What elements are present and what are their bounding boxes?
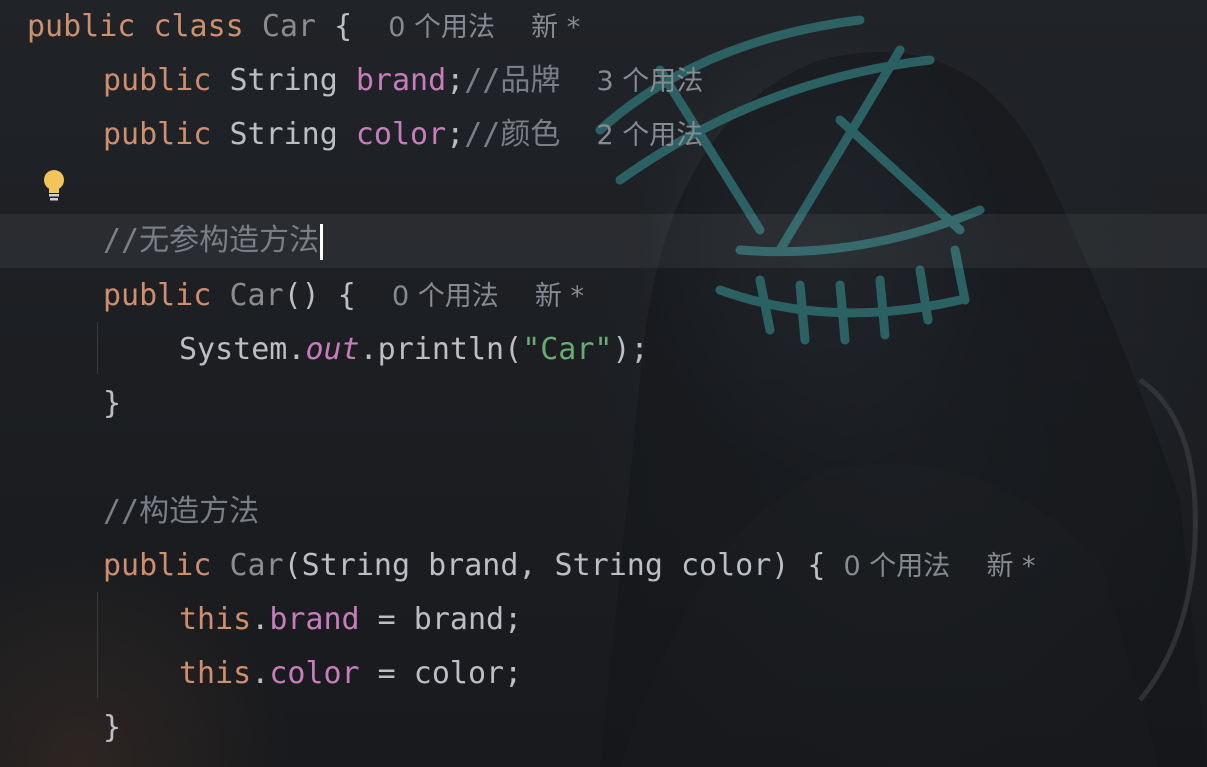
brace: { (334, 9, 353, 44)
field-name[interactable]: brand (356, 63, 446, 98)
code-editor[interactable]: public class Car { 0 个用法 新 * public Stri… (0, 0, 1207, 767)
comment: //无参构造方法 (103, 223, 320, 258)
code-line-println[interactable]: System.out.println("Car"); (0, 323, 1207, 377)
code-line-current-comment[interactable]: //无参构造方法 (0, 214, 1207, 268)
keyword: class (153, 9, 244, 44)
constructor-name[interactable]: Car (229, 278, 283, 313)
code-line-closing-brace[interactable]: } (0, 701, 1207, 755)
brace: } (103, 386, 122, 421)
code-line-class-declaration[interactable]: public class Car { 0 个用法 新 * (0, 0, 1207, 54)
usages-hint[interactable]: 2 个用法 (597, 120, 704, 151)
code-line-comment[interactable]: //构造方法 (0, 485, 1207, 539)
code-line-closing-brace[interactable]: } (0, 377, 1207, 431)
static-field[interactable]: out (305, 332, 359, 367)
code-line-assign-brand[interactable]: this.brand = brand; (0, 593, 1207, 647)
usages-hint[interactable]: 0 个用法 (392, 281, 499, 312)
field-name[interactable]: color (269, 656, 359, 691)
system-class: System. (179, 332, 306, 367)
keyword: public (103, 117, 212, 152)
keyword: public (27, 9, 136, 44)
field-name[interactable]: color (356, 117, 446, 152)
usages-hint[interactable]: 0 个用法 (388, 12, 495, 43)
lightbulb-icon[interactable] (40, 168, 68, 202)
class-name[interactable]: Car (262, 9, 316, 44)
method-call: .println( (359, 332, 523, 367)
parameter-list: (String brand, String color) { (283, 548, 826, 583)
dot: . (251, 656, 270, 691)
semicolon: ; (446, 63, 465, 98)
call-end: ); (612, 332, 649, 367)
dot: . (251, 602, 270, 637)
keyword: public (103, 278, 212, 313)
keyword: this (179, 656, 252, 691)
code-line-field-brand[interactable]: public String brand;//品牌 3 个用法 (0, 54, 1207, 108)
type-name: String (229, 117, 338, 152)
brace: } (103, 710, 122, 745)
parens: () { (283, 278, 356, 313)
comment: //颜色 (464, 117, 561, 152)
usages-hint[interactable]: 3 个用法 (597, 66, 704, 97)
keyword: this (179, 602, 252, 637)
comment: //构造方法 (103, 494, 260, 529)
keyword: public (103, 548, 212, 583)
field-name[interactable]: brand (269, 602, 359, 637)
text-caret (320, 223, 324, 260)
code-line-no-arg-constructor[interactable]: public Car() { 0 个用法 新 * (0, 269, 1207, 323)
author-hint[interactable]: 新 * (535, 281, 584, 312)
code-line-constructor[interactable]: public Car(String brand, String color) {… (0, 539, 1207, 593)
author-hint[interactable]: 新 * (986, 551, 1035, 582)
code-line-field-color[interactable]: public String color;//颜色 2 个用法 (0, 108, 1207, 162)
type-name: String (229, 63, 338, 98)
assignment: = color; (359, 656, 523, 691)
author-hint[interactable]: 新 * (531, 12, 580, 43)
comment: //品牌 (464, 63, 561, 98)
code-line-assign-color[interactable]: this.color = color; (0, 647, 1207, 701)
semicolon: ; (446, 117, 465, 152)
constructor-name[interactable]: Car (229, 548, 283, 583)
usages-hint[interactable]: 0 个用法 (844, 551, 951, 582)
string-literal: "Car" (522, 332, 613, 367)
keyword: public (103, 63, 212, 98)
assignment: = brand; (359, 602, 523, 637)
